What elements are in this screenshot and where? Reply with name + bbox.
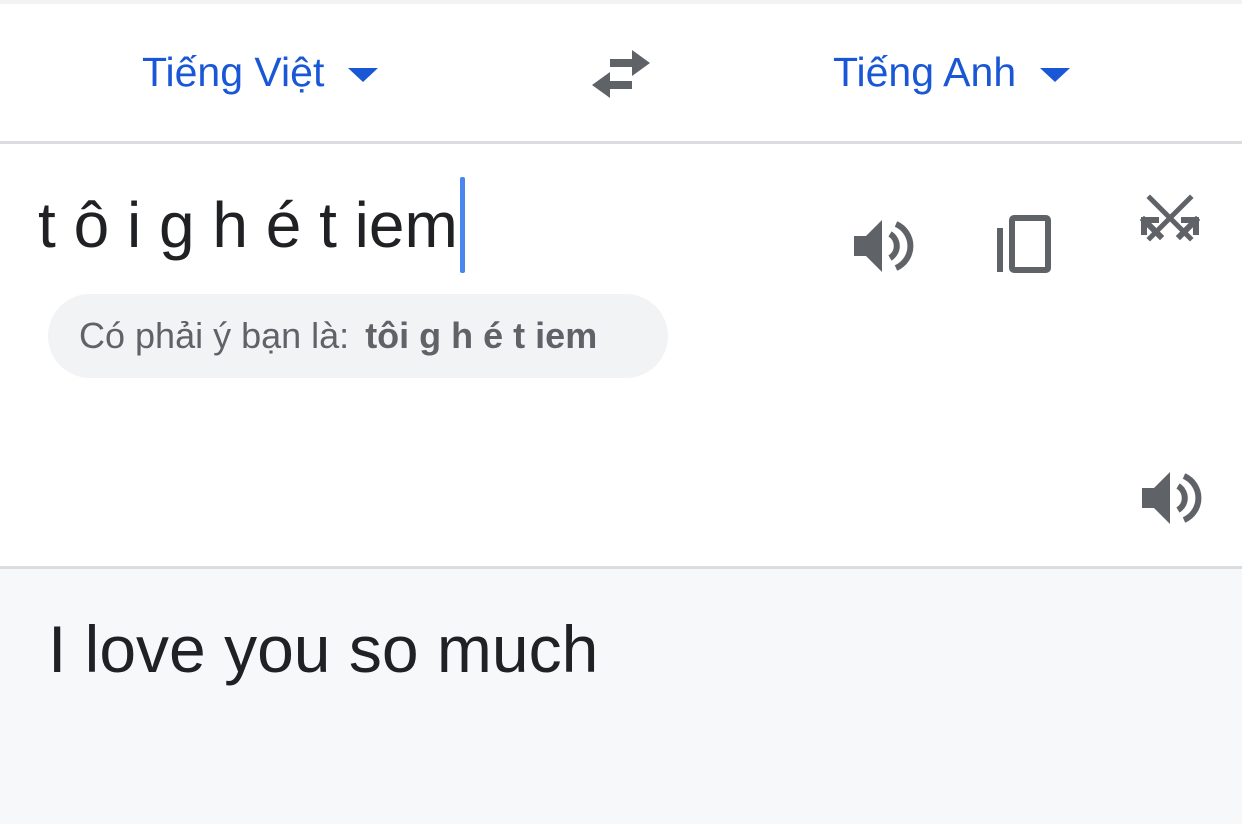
source-text-value: t ô i g h é t iem bbox=[38, 189, 458, 261]
source-language-selector[interactable]: Tiếng Việt bbox=[142, 44, 379, 100]
chevron-down-icon bbox=[1040, 68, 1071, 82]
target-language-selector[interactable]: Tiếng Anh bbox=[833, 44, 1071, 100]
language-bar: Tiếng Việt Tiếng Anh bbox=[0, 4, 1242, 142]
swap-icon[interactable] bbox=[586, 44, 656, 104]
translate-screen: Tiếng Việt Tiếng Anh t ô i g h é t iem C… bbox=[0, 0, 1242, 824]
source-input-area[interactable]: t ô i g h é t iem Có phải ý bạn là: tôi … bbox=[0, 144, 1242, 567]
source-language-label: Tiếng Việt bbox=[142, 48, 325, 95]
chevron-down-icon bbox=[348, 68, 379, 82]
copy-icon[interactable] bbox=[994, 212, 1054, 276]
speaker-icon[interactable] bbox=[850, 214, 914, 278]
did-you-mean-label: Có phải ý bạn là: bbox=[79, 315, 350, 356]
did-you-mean-value: tôi g h é t iem bbox=[365, 315, 598, 356]
did-you-mean-chip[interactable]: Có phải ý bạn là: tôi g h é t iem bbox=[48, 294, 668, 378]
translation-result-area: I love you so much bbox=[0, 569, 1242, 824]
text-cursor bbox=[459, 177, 465, 273]
speaker-icon[interactable] bbox=[1138, 466, 1202, 530]
target-language-label: Tiếng Anh bbox=[833, 48, 1017, 95]
source-text-input[interactable]: t ô i g h é t iem bbox=[38, 177, 465, 273]
translation-text: I love you so much bbox=[48, 612, 599, 686]
expand-icon[interactable] bbox=[1138, 214, 1202, 278]
